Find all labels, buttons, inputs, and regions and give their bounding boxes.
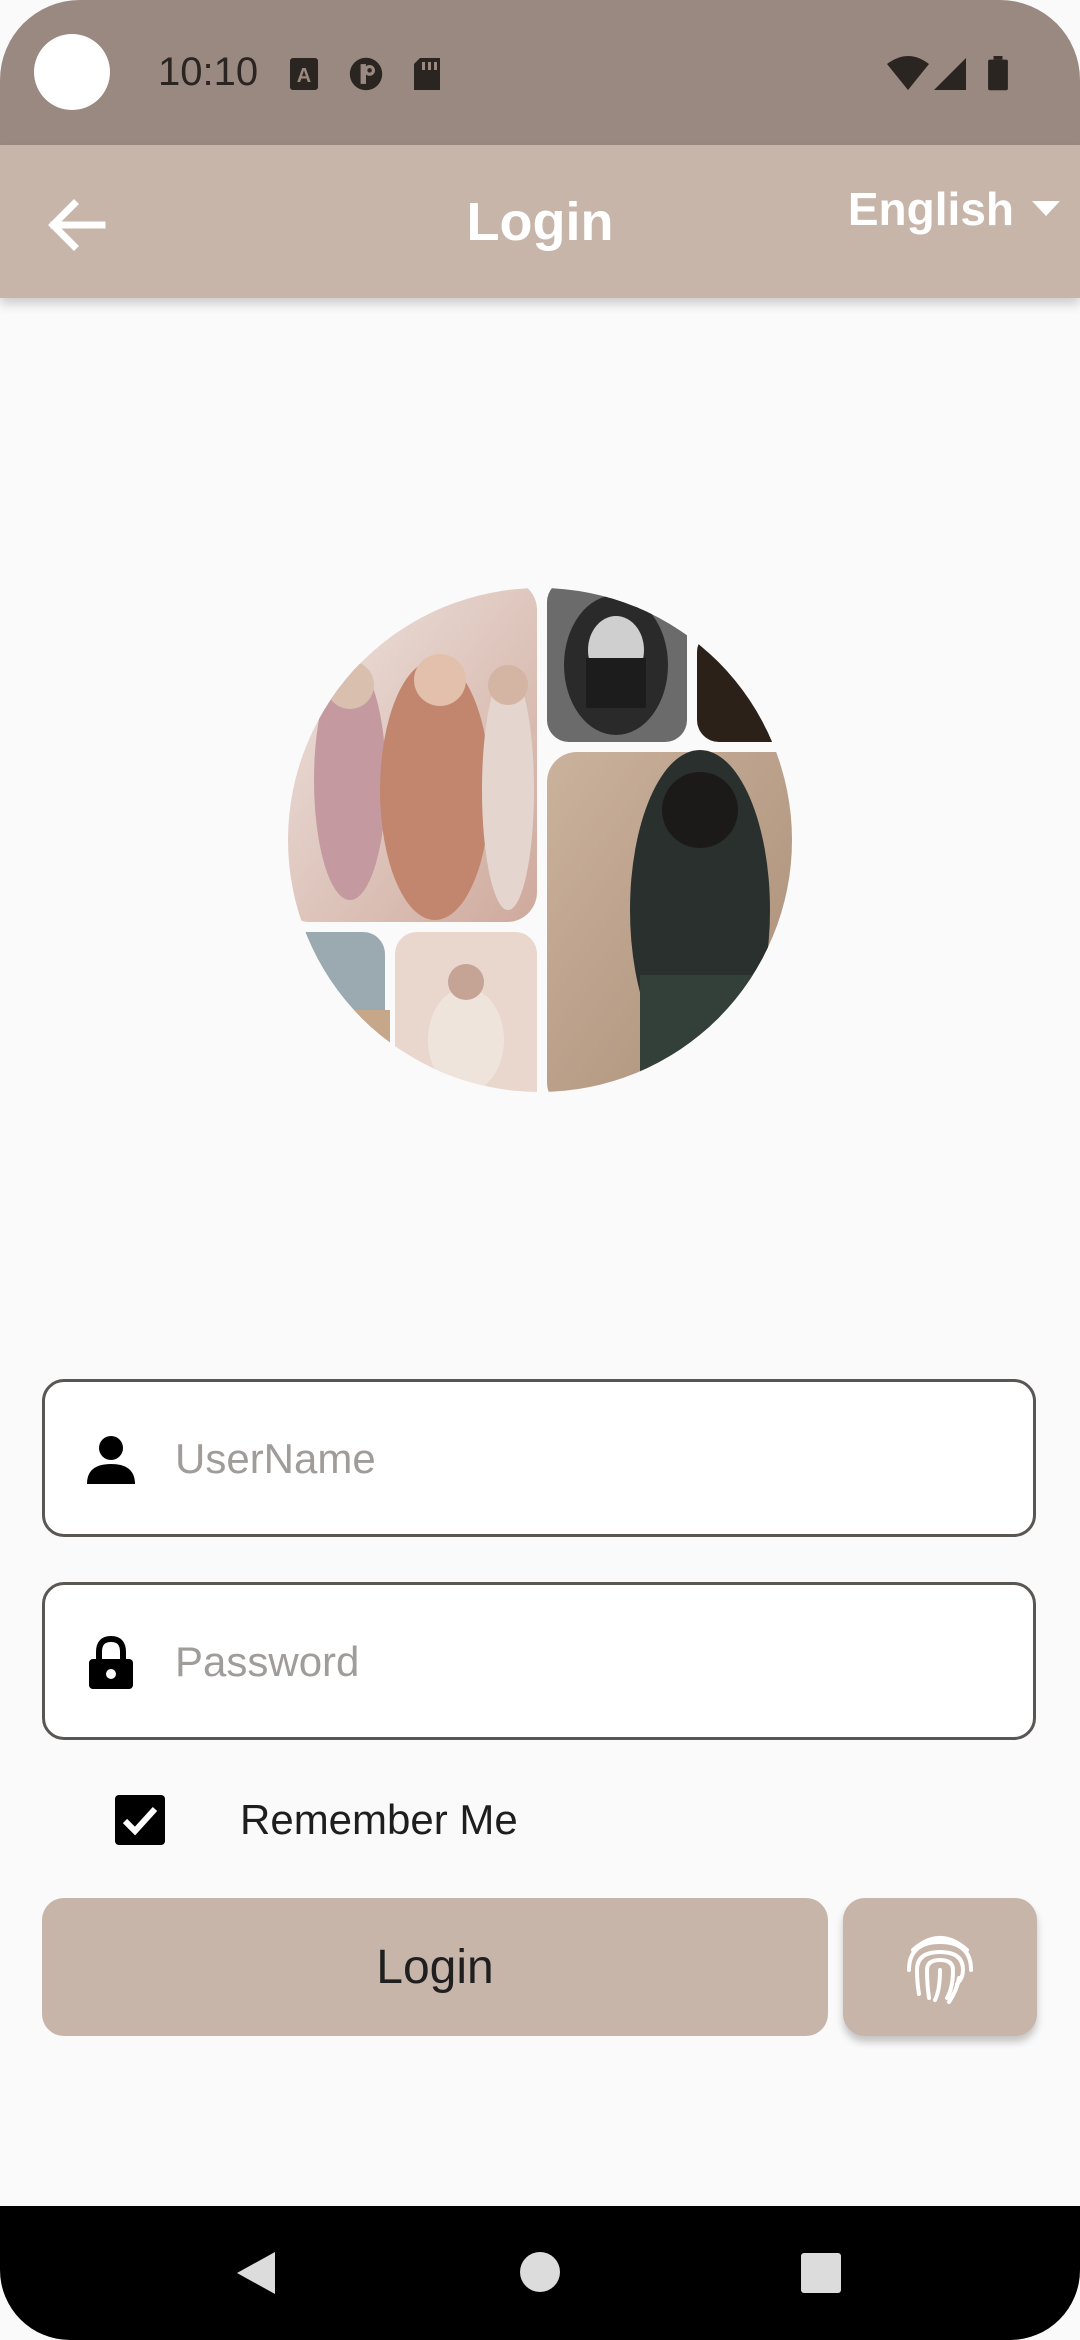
- username-input[interactable]: [173, 1382, 997, 1536]
- svg-text:A: A: [297, 65, 311, 87]
- remember-me-checkbox[interactable]: [115, 1795, 165, 1845]
- checkmark-icon: [122, 1806, 158, 1836]
- remember-me-label: Remember Me: [240, 1796, 518, 1843]
- lock-icon: [89, 1635, 133, 1689]
- login-button-label: Login: [376, 1940, 494, 1994]
- fingerprint-icon: [907, 1936, 973, 2004]
- photo-collage-logo: [288, 588, 792, 1092]
- fingerprint-button[interactable]: [843, 1898, 1037, 2036]
- recents-square-icon[interactable]: [800, 2252, 842, 2294]
- wifi-icon: [887, 56, 929, 90]
- back-triangle-icon[interactable]: [233, 2250, 277, 2296]
- dropdown-arrow-icon: [1032, 201, 1060, 216]
- app-bar: Login English: [0, 145, 1080, 298]
- navigation-bar: [0, 2206, 1080, 2340]
- status-bar: 10:10 A: [0, 0, 1080, 145]
- password-input[interactable]: [173, 1585, 997, 1739]
- sd-card-icon: [414, 58, 440, 90]
- language-label: English: [847, 183, 1014, 235]
- signal-icon: [934, 58, 966, 90]
- username-field[interactable]: [42, 1379, 1036, 1537]
- status-time: 10:10: [158, 50, 259, 94]
- person-icon: [87, 1436, 135, 1484]
- vpn-icon: [349, 57, 383, 91]
- home-circle-icon[interactable]: [518, 2250, 562, 2294]
- battery-icon: [988, 56, 1008, 91]
- language-selector[interactable]: English: [848, 179, 1060, 239]
- password-field[interactable]: [42, 1582, 1036, 1740]
- login-button[interactable]: Login: [42, 1898, 828, 2036]
- text-a-icon: A: [290, 58, 318, 90]
- camera-cutout: [34, 34, 110, 110]
